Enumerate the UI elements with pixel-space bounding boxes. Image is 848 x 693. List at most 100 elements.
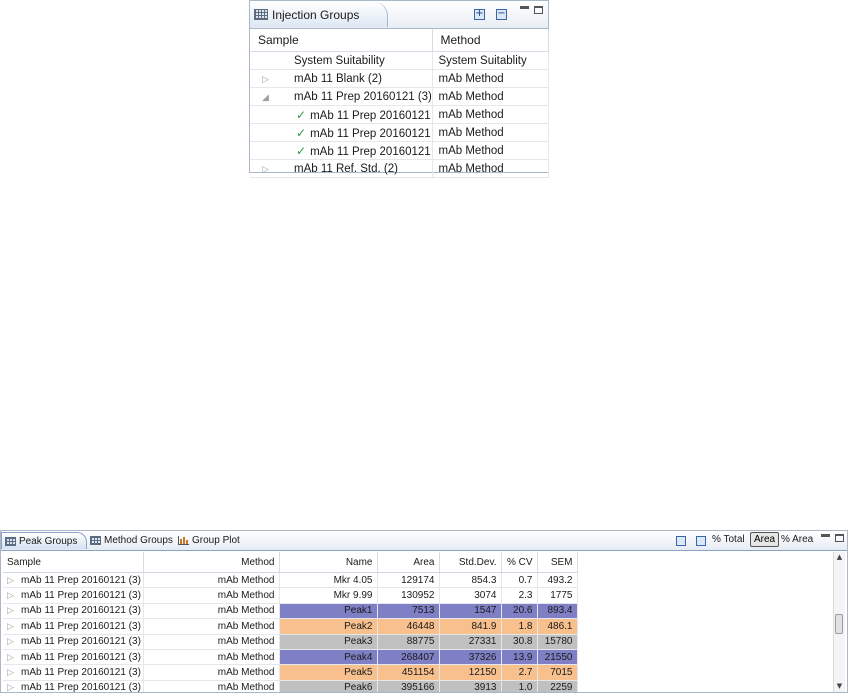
table-row[interactable]: ▷ mAb 11 Prep 20160121 (3) mAb Method Peak3…: [3, 634, 578, 650]
sample-cell[interactable]: ✓ mAb 11 Prep 20160121: [250, 141, 433, 160]
table-row[interactable]: ▷ mAb 11 Blank (2) mAb Method: [250, 69, 549, 88]
sem-cell: 486.1: [537, 618, 578, 635]
sample-cell[interactable]: ✓ mAb 11 Prep 20160121: [250, 123, 433, 142]
column-header-method[interactable]: Method: [143, 552, 280, 573]
vertical-scrollbar[interactable]: ▲ ▼: [833, 552, 845, 692]
expand-all-icon[interactable]: [676, 536, 686, 546]
name-cell: Peak5: [279, 664, 378, 681]
sample-cell[interactable]: System Suitability: [250, 51, 433, 70]
tab-injection-groups[interactable]: Injection Groups: [250, 2, 389, 27]
sample-cell[interactable]: ◢ mAb 11 Prep 20160121 (3): [250, 87, 433, 106]
sample-cell[interactable]: ✓ mAb 11 Prep 20160121: [250, 105, 433, 124]
collapsed-arrow-icon[interactable]: ▷: [262, 75, 274, 85]
collapsed-arrow-icon[interactable]: ▷: [7, 683, 21, 692]
tab-method-groups[interactable]: Method Groups: [87, 532, 179, 549]
scroll-thumb[interactable]: [835, 614, 843, 634]
collapsed-arrow-icon[interactable]: ▷: [7, 622, 21, 632]
maximize-icon[interactable]: [835, 534, 844, 542]
minimize-icon[interactable]: [520, 6, 529, 9]
table-row[interactable]: ▷ mAb 11 Prep 20160121 (3) mAb Method Peak2…: [3, 618, 578, 635]
table-row[interactable]: ▷ mAb 11 Prep 20160121 (3) mAb Method Mkr 4…: [3, 572, 578, 589]
sample-cell[interactable]: ▷ mAb 11 Prep 20160121 (3): [3, 587, 144, 604]
column-header-cv[interactable]: % CV: [501, 552, 538, 573]
table-row[interactable]: ◢ mAb 11 Prep 20160121 (3) mAb Method: [250, 87, 549, 106]
tab-peak-groups-label: Peak Groups: [19, 535, 78, 547]
column-header-sem[interactable]: SEM: [537, 552, 578, 573]
injection-groups-table: Sample Method System Suitability System S…: [250, 29, 549, 178]
maximize-icon[interactable]: [534, 6, 543, 14]
percent-total-toggle[interactable]: % Total: [712, 534, 745, 545]
stddev-cell: 3074: [439, 587, 502, 604]
collapse-all-icon[interactable]: [696, 536, 706, 546]
collapsed-arrow-icon[interactable]: ▷: [7, 606, 21, 616]
table-row[interactable]: ✓ mAb 11 Prep 20160121 mAb Method: [250, 105, 549, 124]
scroll-down-icon[interactable]: ▼: [834, 681, 845, 692]
collapsed-arrow-icon[interactable]: ▷: [7, 591, 21, 601]
table-row[interactable]: ▷ mAb 11 Prep 20160121 (3) mAb Method Peak6…: [3, 680, 578, 692]
minimize-icon[interactable]: [821, 534, 830, 537]
name-cell: Mkr 9.99: [279, 587, 378, 604]
tab-injection-groups-label: Injection Groups: [272, 7, 360, 22]
area-cell: 451154: [377, 664, 440, 681]
table-row[interactable]: ▷ mAb 11 Prep 20160121 (3) mAb Method Mkr 9…: [3, 587, 578, 604]
method-cell: mAb Method: [143, 603, 280, 620]
table-row[interactable]: ▷ mAb 11 Prep 20160121 (3) mAb Method Peak1…: [3, 603, 578, 620]
checkmark-icon: ✓: [296, 143, 307, 158]
column-header-stddev[interactable]: Std.Dev.: [439, 552, 502, 573]
scroll-up-icon[interactable]: ▲: [834, 552, 845, 563]
sem-cell: 2259: [537, 680, 578, 692]
grid-icon: [5, 536, 16, 546]
method-cell: mAb Method: [432, 141, 549, 160]
sample-cell[interactable]: ▷ mAb 11 Prep 20160121 (3): [3, 649, 144, 666]
plus-icon: +: [475, 8, 484, 19]
cv-cell: 20.6: [501, 603, 538, 620]
tab-peak-groups[interactable]: Peak Groups: [1, 532, 87, 549]
injection-groups-panel: Injection Groups + − Sample Method Syste…: [249, 0, 549, 178]
stddev-cell: 37326: [439, 649, 502, 666]
sample-cell[interactable]: ▷ mAb 11 Prep 20160121 (3): [3, 680, 144, 692]
table-row[interactable]: ▷ mAb 11 Prep 20160121 (3) mAb Method Peak5…: [3, 664, 578, 681]
table-header-row: Sample Method: [250, 29, 549, 52]
method-cell: mAb Method: [143, 680, 280, 692]
stddev-cell: 1547: [439, 603, 502, 620]
column-header-name[interactable]: Name: [279, 552, 378, 573]
table-row[interactable]: System Suitability System Suitablity: [250, 51, 549, 70]
expanded-arrow-icon[interactable]: ◢: [262, 93, 274, 103]
checkmark-icon: ✓: [296, 107, 307, 122]
collapsed-arrow-icon[interactable]: ▷: [7, 668, 21, 678]
table-row[interactable]: ✓ mAb 11 Prep 20160121 mAb Method: [250, 141, 549, 160]
column-header-sample[interactable]: Sample: [250, 29, 433, 52]
expand-all-button[interactable]: +: [474, 9, 485, 20]
column-header-sample[interactable]: Sample: [3, 552, 144, 573]
sample-cell[interactable]: ▷ mAb 11 Ref. Std. (2): [250, 159, 433, 178]
injection-groups-tabbar: Injection Groups + −: [250, 1, 548, 29]
sample-label: mAb 11 Prep 20160121 (3): [294, 90, 432, 103]
method-cell: mAb Method: [143, 664, 280, 681]
table-row[interactable]: ▷ mAb 11 Prep 20160121 (3) mAb Method Peak4…: [3, 649, 578, 666]
method-cell: mAb Method: [432, 69, 549, 88]
table-row[interactable]: ▷ mAb 11 Ref. Std. (2) mAb Method: [250, 159, 549, 178]
name-cell: Peak2: [279, 618, 378, 635]
sample-cell[interactable]: ▷ mAb 11 Prep 20160121 (3): [3, 664, 144, 681]
sample-cell[interactable]: ▷ mAb 11 Prep 20160121 (3): [3, 634, 144, 650]
cv-cell: 1.8: [501, 618, 538, 635]
percent-area-toggle[interactable]: % Area: [781, 534, 813, 545]
sem-cell: 21550: [537, 649, 578, 666]
sample-label: mAb 11 Prep 20160121 (3): [21, 651, 141, 663]
area-toggle-button[interactable]: Area: [750, 532, 780, 547]
collapsed-arrow-icon[interactable]: ▷: [262, 165, 274, 175]
collapsed-arrow-icon[interactable]: ▷: [7, 637, 21, 647]
table-row[interactable]: ✓ mAb 11 Prep 20160121 mAb Method: [250, 123, 549, 142]
collapse-all-button[interactable]: −: [496, 9, 507, 20]
sample-label: mAb 11 Prep 20160121: [310, 109, 431, 122]
tab-group-plot[interactable]: Group Plot: [175, 532, 246, 549]
collapsed-arrow-icon[interactable]: ▷: [7, 576, 21, 586]
sample-cell[interactable]: ▷ mAb 11 Prep 20160121 (3): [3, 618, 144, 635]
sample-cell[interactable]: ▷ mAb 11 Blank (2): [250, 69, 433, 88]
sample-cell[interactable]: ▷ mAb 11 Prep 20160121 (3): [3, 572, 144, 589]
column-header-method[interactable]: Method: [432, 29, 549, 52]
peak-groups-table-container: Sample Method Name Area Std.Dev. % CV SE…: [3, 552, 835, 692]
sample-cell[interactable]: ▷ mAb 11 Prep 20160121 (3): [3, 603, 144, 620]
collapsed-arrow-icon[interactable]: ▷: [7, 653, 21, 663]
column-header-area[interactable]: Area: [377, 552, 440, 573]
